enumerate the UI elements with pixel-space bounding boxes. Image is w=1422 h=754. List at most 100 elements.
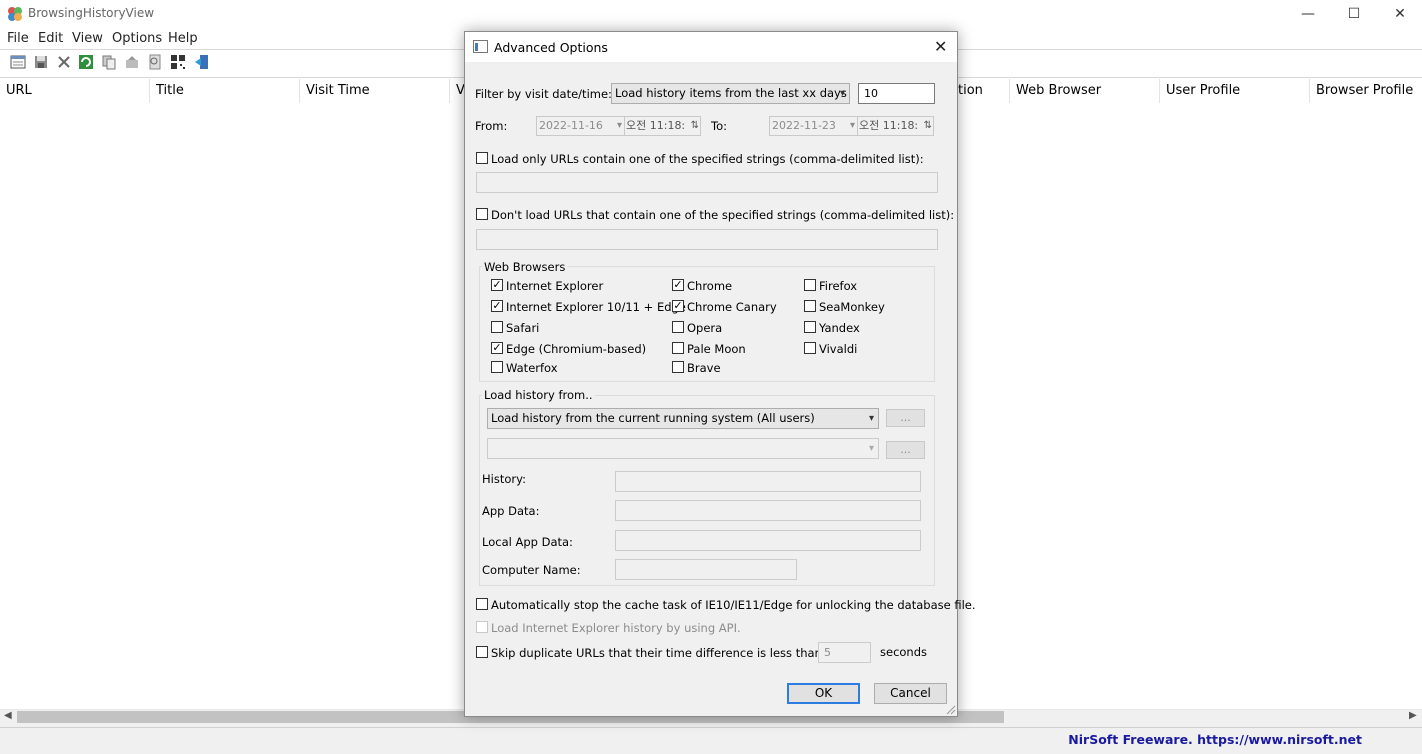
nirsoft-link[interactable]: NirSoft Freeware. https://www.nirsoft.ne…: [1068, 732, 1362, 747]
browser-vivaldi-checkbox[interactable]: [804, 342, 816, 354]
auto-stop-cache-checkbox[interactable]: [476, 598, 488, 610]
browser-brave-label: Brave: [687, 361, 721, 375]
skip-duplicates-checkbox[interactable]: [476, 646, 488, 658]
properties-icon[interactable]: [10, 54, 26, 70]
profile-path-dropdown[interactable]: ▾: [487, 438, 879, 459]
menu-view[interactable]: View: [72, 31, 103, 46]
menu-file[interactable]: File: [7, 31, 29, 46]
filter-label: Filter by visit date/time:: [475, 87, 612, 101]
ie-api-label: Load Internet Explorer history by using …: [491, 621, 741, 635]
menu-help[interactable]: Help: [168, 31, 198, 46]
resize-grip-icon[interactable]: [945, 704, 956, 715]
skip-duplicates-label: Skip duplicate URLs that their time diff…: [491, 646, 833, 660]
copy-icon[interactable]: [101, 54, 117, 70]
ok-button[interactable]: OK: [787, 683, 860, 704]
browser-chrome-checkbox[interactable]: ✓: [672, 279, 684, 291]
menu-options[interactable]: Options: [112, 31, 162, 46]
qr-icon[interactable]: [170, 54, 186, 70]
browser-seamonkey-checkbox[interactable]: [804, 300, 816, 312]
include-strings-input[interactable]: [476, 172, 938, 193]
web-browsers-group-label: Web Browsers: [482, 260, 568, 274]
local-appdata-path-input[interactable]: [615, 530, 921, 551]
seconds-label: seconds: [880, 645, 928, 659]
browser-safari-label: Safari: [506, 321, 540, 335]
browser-firefox-checkbox[interactable]: [804, 279, 816, 291]
include-label: Load only URLs contain one of the specif…: [491, 152, 924, 166]
browse-folder-button[interactable]: ...: [886, 409, 925, 427]
browser-ie-label: Internet Explorer: [506, 279, 604, 293]
browser-pale-moon-checkbox[interactable]: [672, 342, 684, 354]
exclude-checkbox[interactable]: [476, 208, 488, 220]
column-header-web-browser[interactable]: Web Browser: [1010, 79, 1160, 103]
browser-edge-chromium-checkbox[interactable]: ✓: [491, 342, 503, 354]
find-icon[interactable]: [147, 54, 163, 70]
from-date-picker[interactable]: 2022-11-16 ▾: [536, 116, 625, 136]
computer-name-input[interactable]: [615, 559, 797, 580]
spin-icon[interactable]: ⇅: [924, 117, 932, 135]
computer-name-label: Computer Name:: [482, 563, 581, 577]
to-label: To:: [711, 119, 727, 133]
dialog-window-icon: [473, 40, 488, 53]
html-report-icon[interactable]: [124, 54, 140, 70]
filter-dropdown[interactable]: Load history items from the last xx days…: [611, 83, 850, 104]
browser-opera-label: Opera: [687, 321, 723, 335]
close-button[interactable]: ✕: [1377, 0, 1422, 28]
scroll-right-icon[interactable]: ▶: [1409, 710, 1417, 721]
filter-value: Load history items from the last xx days: [615, 86, 847, 100]
column-header-visit-count[interactable]: V: [450, 79, 465, 103]
refresh-icon[interactable]: [78, 54, 94, 70]
column-header-user-profile[interactable]: User Profile: [1160, 79, 1310, 103]
dialog-close-icon[interactable]: ✕: [934, 37, 947, 56]
browse-profile-button[interactable]: ...: [886, 441, 925, 459]
browser-chrome-canary-label: Chrome Canary: [687, 300, 777, 314]
from-date-value: 2022-11-16: [539, 119, 603, 132]
browser-yandex-checkbox[interactable]: [804, 321, 816, 333]
cancel-button[interactable]: Cancel: [874, 683, 947, 704]
column-header-browser-profile[interactable]: Browser Profile: [1310, 79, 1422, 103]
browser-chrome-canary-checkbox[interactable]: ✓: [672, 300, 684, 312]
browser-ie10-edge-label: Internet Explorer 10/11 + Edge: [506, 300, 686, 314]
browser-opera-checkbox[interactable]: [672, 321, 684, 333]
exclude-label: Don't load URLs that contain one of the …: [491, 208, 955, 222]
exclude-strings-input[interactable]: [476, 229, 938, 250]
chevron-down-icon: ▾: [868, 413, 874, 424]
menu-edit[interactable]: Edit: [38, 31, 63, 46]
load-history-dropdown[interactable]: Load history from the current running sy…: [487, 408, 879, 429]
browser-pale-moon-label: Pale Moon: [687, 342, 746, 356]
skip-seconds-input[interactable]: 5: [818, 642, 871, 663]
from-time-value: 오전 11:18:: [626, 119, 686, 132]
history-path-input[interactable]: [615, 471, 921, 492]
to-date-picker[interactable]: 2022-11-23 ▾: [769, 116, 858, 136]
column-header-url[interactable]: URL: [0, 79, 150, 103]
browser-safari-checkbox[interactable]: [491, 321, 503, 333]
maximize-button[interactable]: ☐: [1331, 0, 1377, 28]
app-title: BrowsingHistoryView: [28, 6, 155, 20]
browser-waterfox-checkbox[interactable]: [491, 361, 503, 373]
close-icon: ✕: [1394, 6, 1406, 22]
browser-ie-checkbox[interactable]: ✓: [491, 279, 503, 291]
to-time-picker[interactable]: 오전 11:18: ⇅: [857, 116, 934, 136]
days-input[interactable]: 10: [858, 83, 935, 104]
column-header-transition[interactable]: tion: [952, 79, 1010, 103]
save-icon[interactable]: [33, 54, 49, 70]
auto-stop-cache-label: Automatically stop the cache task of IE1…: [491, 598, 976, 612]
chevron-down-icon: ▾: [839, 88, 845, 99]
browser-waterfox-label: Waterfox: [506, 361, 558, 375]
scroll-left-icon[interactable]: ◀: [4, 710, 12, 721]
ie-api-checkbox[interactable]: [476, 621, 488, 633]
load-history-value: Load history from the current running sy…: [491, 411, 815, 425]
local-appdata-label: Local App Data:: [482, 535, 573, 549]
browser-brave-checkbox[interactable]: [672, 361, 684, 373]
delete-icon[interactable]: [56, 54, 72, 70]
spin-icon[interactable]: ⇅: [691, 117, 699, 135]
browser-chrome-label: Chrome: [687, 279, 733, 293]
appdata-path-input[interactable]: [615, 500, 921, 521]
exit-icon[interactable]: [194, 54, 210, 70]
minimize-button[interactable]: —: [1285, 0, 1331, 28]
from-time-picker[interactable]: 오전 11:18: ⇅: [624, 116, 701, 136]
column-header-visit-time[interactable]: Visit Time: [300, 79, 450, 103]
include-checkbox[interactable]: [476, 152, 488, 164]
column-header-title[interactable]: Title: [150, 79, 300, 103]
browser-ie10-edge-checkbox[interactable]: ✓: [491, 300, 503, 312]
main-titlebar: [0, 0, 1422, 28]
